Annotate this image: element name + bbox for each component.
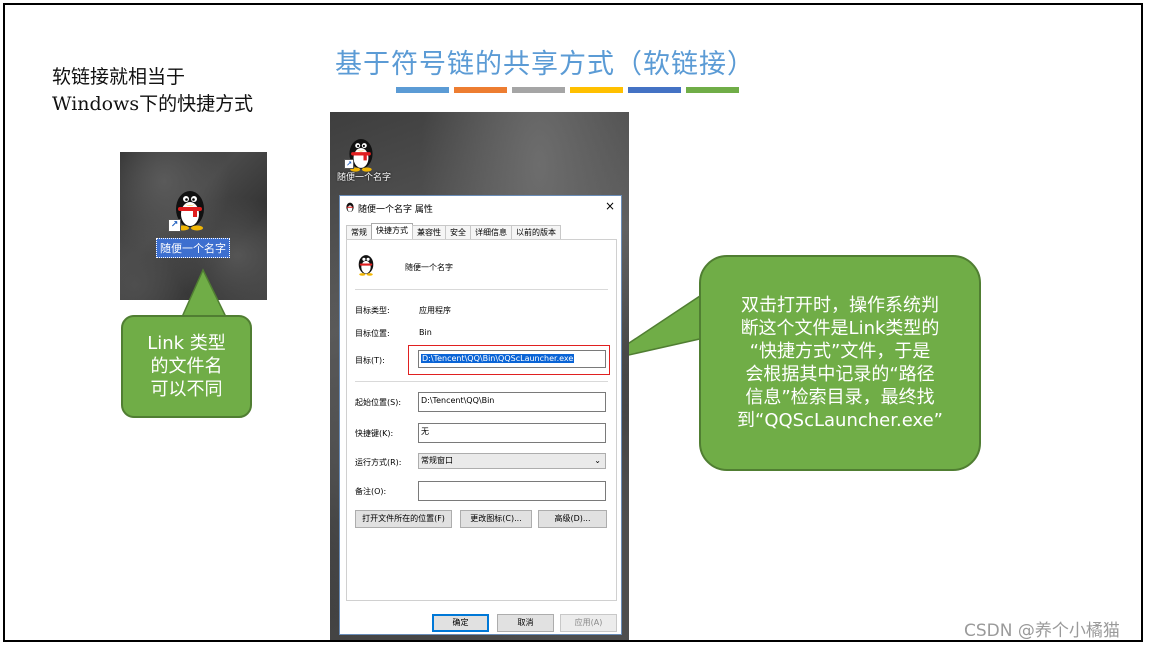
hotkey-label: 快捷键(K):	[355, 429, 394, 438]
shortcut-tab-panel: 随便一个名字 目标类型: 应用程序 目标位置: Bin 目标(T): D:\Te…	[346, 239, 617, 601]
cancel-button[interactable]: 取消	[497, 614, 554, 632]
run-select-value: 常规窗口	[421, 456, 453, 465]
advanced-button[interactable]: 高级(D)...	[538, 510, 607, 528]
properties-dialog: 随便一个名字 属性 × 常规 快捷方式 兼容性 安全 详细信息 以前的版本 随便…	[339, 195, 622, 635]
target-location-value: Bin	[419, 328, 432, 337]
qq-penguin-icon	[358, 255, 374, 276]
start-in-label: 起始位置(S):	[355, 398, 402, 407]
dialog-title: 随便一个名字 属性	[358, 205, 433, 215]
dialog-titlebar[interactable]: 随便一个名字 属性 ×	[340, 196, 621, 218]
callout-double-click-explanation: 双击打开时，操作系统判 断这个文件是Link类型的 “快捷方式”文件，于是 会根…	[699, 255, 981, 471]
change-icon-button[interactable]: 更改图标(C)...	[460, 510, 532, 528]
open-file-location-button[interactable]: 打开文件所在的位置(F)	[355, 510, 452, 528]
callout-link-name: Link 类型 的文件名 可以不同	[121, 315, 252, 418]
divider	[355, 289, 608, 290]
dialog-tabs: 常规 快捷方式 兼容性 安全 详细信息 以前的版本	[346, 223, 561, 239]
desktop-icon-label[interactable]: 随便一个名字	[337, 170, 391, 183]
shortcut-arrow-icon: ↗	[344, 159, 354, 169]
tab-security[interactable]: 安全	[445, 225, 471, 239]
target-type-label: 目标类型:	[355, 306, 390, 315]
run-select[interactable]: 常规窗口 ⌄	[418, 453, 606, 469]
chevron-down-icon: ⌄	[594, 456, 601, 465]
target-highlight-box	[408, 345, 610, 375]
qq-penguin-icon	[346, 202, 354, 212]
tab-shortcut[interactable]: 快捷方式	[371, 223, 413, 239]
ok-button[interactable]: 确定	[432, 614, 489, 632]
close-icon[interactable]: ×	[605, 199, 615, 213]
tab-general[interactable]: 常规	[346, 225, 372, 239]
run-label: 运行方式(R):	[355, 458, 402, 467]
shortcut-name: 随便一个名字	[405, 263, 453, 272]
target-type-value: 应用程序	[419, 306, 451, 315]
watermark: CSDN @养个小橘猫	[964, 621, 1120, 641]
tab-details[interactable]: 详细信息	[470, 225, 512, 239]
start-in-field[interactable]: D:\Tencent\QQ\Bin	[418, 392, 606, 412]
apply-button[interactable]: 应用(A)	[560, 614, 617, 632]
comment-field[interactable]	[418, 481, 606, 501]
hotkey-field[interactable]: 无	[418, 423, 606, 443]
target-label: 目标(T):	[355, 356, 385, 365]
comment-label: 备注(O):	[355, 487, 387, 496]
target-location-label: 目标位置:	[355, 329, 390, 338]
tab-compatibility[interactable]: 兼容性	[412, 225, 446, 239]
divider	[355, 381, 608, 382]
tab-previous-versions[interactable]: 以前的版本	[511, 225, 561, 239]
